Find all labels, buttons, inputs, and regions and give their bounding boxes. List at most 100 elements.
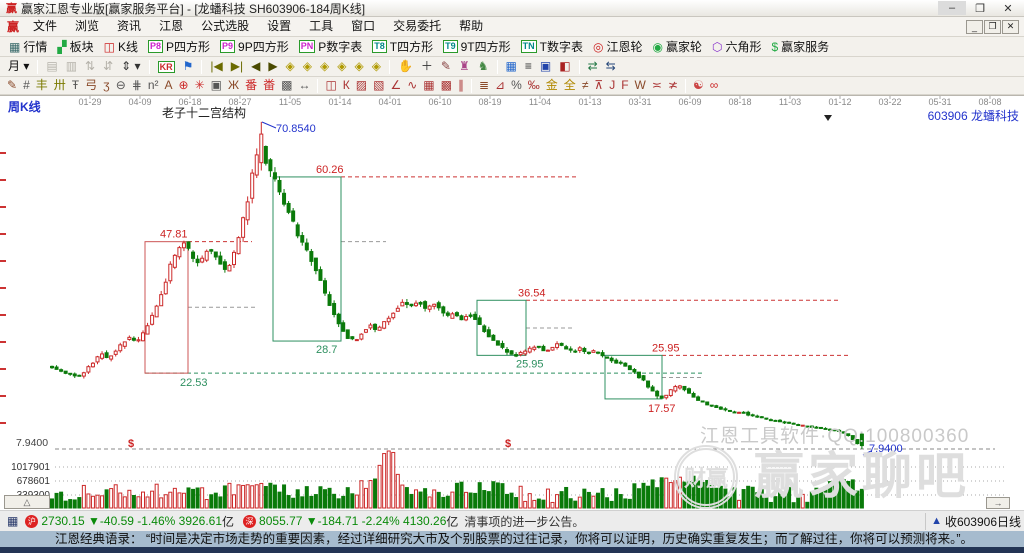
- net-send-icon[interactable]: ⇄: [584, 57, 602, 76]
- menu-交易委托[interactable]: 交易委托: [384, 17, 450, 36]
- draw-tool-icon[interactable]: ∿: [404, 77, 420, 94]
- menu-公式选股[interactable]: 公式选股: [192, 17, 258, 36]
- p-number-button[interactable]: PN P数字表: [294, 37, 368, 56]
- draw-tool-icon[interactable]: К: [340, 77, 353, 94]
- menu-帮助[interactable]: 帮助: [450, 17, 492, 36]
- quotes-button[interactable]: ▦ 行情: [4, 37, 52, 56]
- draw-tool-icon[interactable]: ⊖: [113, 77, 129, 94]
- draw-tool-icon[interactable]: ≍: [649, 77, 665, 94]
- winner-service-button[interactable]: $ 赢家服务: [766, 37, 834, 56]
- t9-square-button[interactable]: T9 9T四方形: [438, 37, 516, 56]
- draw-tool-icon[interactable]: #: [20, 77, 33, 94]
- crosshair-icon[interactable]: ＋: [417, 57, 437, 76]
- draw-tool-icon[interactable]: 弓: [82, 77, 100, 94]
- sector-button[interactable]: ▞ 板块: [52, 37, 98, 56]
- disk-icon[interactable]: ◧: [555, 57, 574, 76]
- calculator-icon[interactable]: ≡: [521, 57, 536, 76]
- menu-文件[interactable]: 文件: [24, 17, 66, 36]
- prev-bar-icon[interactable]: ◀: [247, 57, 264, 76]
- kr-box-icon[interactable]: KR: [154, 57, 179, 76]
- close-button[interactable]: ✕: [994, 1, 1022, 15]
- menu-江恩[interactable]: 江恩: [150, 17, 192, 36]
- last-bar-icon[interactable]: ▶|: [227, 57, 247, 76]
- sort-down-icon[interactable]: ⇵: [99, 57, 117, 76]
- gann-diamond-2-icon[interactable]: ◈: [299, 57, 316, 76]
- chart-mode-icon[interactable]: ▤: [42, 57, 61, 76]
- stamp-a-icon[interactable]: ♜: [455, 57, 474, 76]
- p-square-button[interactable]: P8 P四方形: [143, 37, 215, 56]
- gann-diamond-1-icon[interactable]: ◈: [282, 57, 299, 76]
- hexagon-button[interactable]: ⬡ 六角形: [707, 37, 767, 56]
- draw-tool-icon[interactable]: ◫: [322, 77, 339, 94]
- draw-tool-icon[interactable]: ʒ: [100, 77, 113, 94]
- calendar-icon[interactable]: ▦: [502, 57, 521, 76]
- draw-tool-icon[interactable]: ⊕: [176, 77, 192, 94]
- mdi-minimize-button[interactable]: _: [966, 19, 983, 34]
- draw-tool-icon[interactable]: W: [632, 77, 649, 94]
- report-icon[interactable]: ▥: [62, 57, 81, 76]
- draw-tool-icon[interactable]: ↔: [295, 77, 313, 94]
- draw-tool-icon[interactable]: ≭: [665, 77, 681, 94]
- draw-tool-icon[interactable]: ⊿: [492, 77, 508, 94]
- gann-wheel-button[interactable]: ◎ 江恩轮: [588, 37, 648, 56]
- menu-资讯[interactable]: 资讯: [108, 17, 150, 36]
- draw-tool-icon[interactable]: 番: [242, 77, 260, 94]
- save-icon[interactable]: ▣: [536, 57, 555, 76]
- sz-index-icon[interactable]: 深: [243, 514, 257, 528]
- gann-diamond-4-icon[interactable]: ◈: [333, 57, 350, 76]
- sh-index-quote[interactable]: 2730.15 ▼-40.59 -1.46% 3926.61: [41, 514, 222, 528]
- draw-tool-icon[interactable]: Ŧ: [69, 77, 82, 94]
- t-number-button[interactable]: TN T数字表: [516, 37, 588, 56]
- sort-up-icon[interactable]: ⇅: [81, 57, 99, 76]
- menu-窗口[interactable]: 窗口: [342, 17, 384, 36]
- draw-tool-icon[interactable]: 丰: [33, 77, 51, 94]
- draw-tool-icon[interactable]: 金: [543, 77, 561, 94]
- draw-tool-icon[interactable]: ▩: [278, 77, 295, 94]
- draw-tool-icon[interactable]: 全: [561, 77, 579, 94]
- kline-button[interactable]: ◫ K线: [99, 37, 143, 56]
- draw-tool-icon[interactable]: n²: [145, 77, 162, 94]
- sh-index-icon[interactable]: 沪: [25, 514, 39, 528]
- stamp-b-icon[interactable]: ♞: [474, 57, 493, 76]
- flag-icon[interactable]: ⚑: [179, 57, 198, 76]
- t-square-button[interactable]: T8 T四方形: [367, 37, 438, 56]
- net-recv-icon[interactable]: ⇆: [602, 57, 620, 76]
- scale-button[interactable]: ⇕ ▾: [117, 57, 144, 76]
- draw-tool-icon[interactable]: ▣: [208, 77, 225, 94]
- menu-浏览[interactable]: 浏览: [66, 17, 108, 36]
- draw-tool-icon[interactable]: Ж: [225, 77, 242, 94]
- draw-tool-icon[interactable]: ▦: [420, 77, 437, 94]
- sz-index-quote[interactable]: 8055.77 ▼-184.71 -2.24% 4130.26: [259, 514, 446, 528]
- menu-设置[interactable]: 设置: [258, 17, 300, 36]
- draw-tool-icon[interactable]: A: [161, 77, 175, 94]
- draw-tool-icon[interactable]: %: [508, 77, 525, 94]
- news-ticker[interactable]: 清事项的进一步公告。: [464, 513, 925, 530]
- market-grid-icon[interactable]: ▦: [7, 514, 18, 528]
- draw-tool-icon[interactable]: ✎: [4, 77, 20, 94]
- menu-工具[interactable]: 工具: [300, 17, 342, 36]
- draw-tool-icon[interactable]: ⋕: [129, 77, 145, 94]
- draw-tool-icon[interactable]: ✳: [192, 77, 208, 94]
- draw-tool-icon[interactable]: ‰: [525, 77, 543, 94]
- expand-panel-button[interactable]: △: [4, 495, 50, 509]
- draw-tool-icon[interactable]: ≣: [476, 77, 492, 94]
- draw-tool-icon[interactable]: ▩: [438, 77, 455, 94]
- next-bar-icon[interactable]: ▶: [264, 57, 281, 76]
- minimize-button[interactable]: –: [938, 1, 966, 15]
- gann-diamond-5-icon[interactable]: ◈: [350, 57, 367, 76]
- first-bar-icon[interactable]: |◀: [206, 57, 226, 76]
- period-month-button[interactable]: 月 ▾: [4, 57, 33, 76]
- draw-tool-icon[interactable]: ▨: [353, 77, 370, 94]
- gann-diamond-6-icon[interactable]: ◈: [368, 57, 385, 76]
- draw-tool-icon[interactable]: ▧: [370, 77, 387, 94]
- draw-tool-icon[interactable]: F: [618, 77, 631, 94]
- winner-wheel-button[interactable]: ◉ 赢家轮: [647, 37, 707, 56]
- draw-tool-icon[interactable]: ∥: [455, 77, 467, 94]
- draw-tool-icon[interactable]: ⊼: [591, 77, 606, 94]
- draw-tool-icon[interactable]: J: [606, 77, 618, 94]
- hand-icon[interactable]: ✋: [394, 57, 417, 76]
- gann-diamond-3-icon[interactable]: ◈: [316, 57, 333, 76]
- draw-tool-icon[interactable]: 卅: [51, 77, 69, 94]
- draw-tool-icon[interactable]: 畨: [260, 77, 278, 94]
- draw-tool-icon[interactable]: ∠: [387, 77, 404, 94]
